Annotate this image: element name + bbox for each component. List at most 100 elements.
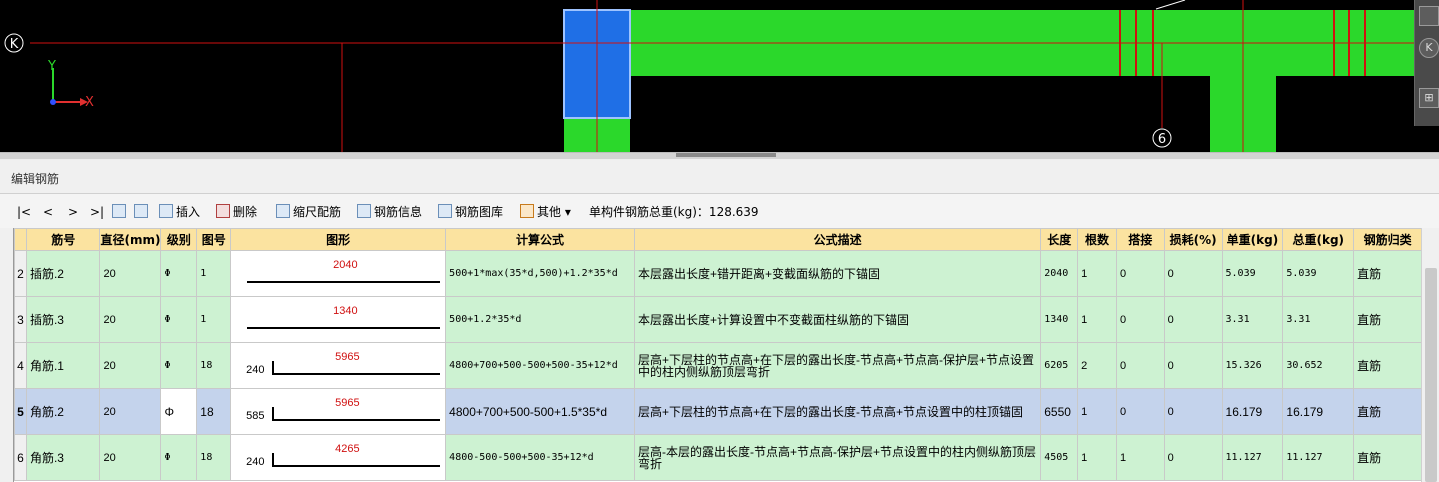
scrollbar-thumb[interactable]	[1425, 268, 1437, 482]
lap-cell[interactable]: 1	[1115, 434, 1165, 481]
table-row[interactable]: 4 角筋.1 20 Φ 18 240 5965 4800+700+500-500+500-35…	[14, 342, 1422, 389]
nav-next-button[interactable]: >	[68, 202, 78, 222]
shape-cell[interactable]: 2040	[230, 250, 447, 297]
table-row[interactable]: 6 角筋.3 20 Φ 18 240 4265 4800-500-500+500-35+12*…	[14, 434, 1422, 481]
length-cell[interactable]: 1340	[1040, 296, 1079, 343]
lap-cell[interactable]: 0	[1115, 342, 1165, 389]
formula-cell[interactable]: 500+1*max(35*d,500)+1.2*35*d	[445, 250, 635, 297]
row-number[interactable]: 4	[14, 342, 27, 389]
move-up-button[interactable]	[112, 202, 129, 222]
view-cube-icon[interactable]	[1419, 6, 1439, 26]
unit-weight-cell[interactable]: 11.127	[1221, 434, 1284, 481]
category-cell[interactable]: 直筋	[1353, 296, 1422, 343]
grade-cell[interactable]: Φ	[160, 342, 198, 389]
category-cell[interactable]: 直筋	[1353, 434, 1422, 481]
header-cell[interactable]: 根数	[1077, 228, 1117, 251]
table-row[interactable]: 3 插筋.3 20 Φ 1 1340 500+1.2*35*d 本层露出长度+计算设置中不变截…	[14, 296, 1422, 343]
length-cell[interactable]: 6550	[1040, 388, 1079, 435]
total-weight-cell[interactable]: 11.127	[1282, 434, 1355, 481]
total-weight-cell[interactable]: 3.31	[1282, 296, 1355, 343]
shape-cell[interactable]: 1340	[230, 296, 447, 343]
count-cell[interactable]: 1	[1077, 388, 1117, 435]
length-cell[interactable]: 6205	[1040, 342, 1079, 389]
diameter-cell[interactable]: 20	[99, 434, 162, 481]
table-row-selected[interactable]: 5 角筋.2 20 Φ 18 585 5965 4800+700+500-500+1.5*35…	[14, 388, 1422, 435]
row-number[interactable]: 2	[14, 250, 27, 297]
count-cell[interactable]: 1	[1077, 296, 1117, 343]
header-cell[interactable]: 长度	[1040, 228, 1079, 251]
panel-splitter[interactable]	[0, 152, 1439, 159]
unit-weight-cell[interactable]: 5.039	[1221, 250, 1284, 297]
figure-number-cell[interactable]: 1	[196, 296, 232, 343]
shape-cell[interactable]: 240 4265	[230, 434, 447, 481]
bar-name-cell[interactable]: 角筋.1	[25, 342, 101, 389]
cad-viewport[interactable]: K 6 Y X K ⊞	[0, 0, 1439, 152]
unit-weight-cell[interactable]: 16.179	[1221, 388, 1284, 435]
nav-first-button[interactable]: |<	[17, 202, 31, 222]
loss-cell[interactable]: 0	[1163, 434, 1223, 481]
loss-cell[interactable]: 0	[1163, 250, 1223, 297]
grade-cell[interactable]: Φ	[160, 250, 198, 297]
count-cell[interactable]: 1	[1077, 250, 1117, 297]
grade-cell[interactable]: Φ	[160, 296, 198, 343]
category-cell[interactable]: 直筋	[1353, 342, 1422, 389]
total-weight-cell[interactable]: 30.652	[1282, 342, 1355, 389]
other-dropdown[interactable]: 其他 ▾	[520, 202, 571, 222]
figure-number-cell[interactable]: 18	[196, 342, 232, 389]
unit-weight-cell[interactable]: 15.326	[1221, 342, 1284, 389]
formula-cell[interactable]: 4800+700+500-500+1.5*35*d	[445, 388, 635, 435]
count-cell[interactable]: 2	[1077, 342, 1117, 389]
figure-number-cell[interactable]: 1	[196, 250, 232, 297]
move-down-button[interactable]	[134, 202, 151, 222]
header-cell[interactable]: 搭接	[1115, 228, 1165, 251]
bar-name-cell[interactable]: 角筋.3	[25, 434, 101, 481]
loss-cell[interactable]: 0	[1163, 342, 1223, 389]
category-cell[interactable]: 直筋	[1353, 250, 1422, 297]
loss-cell[interactable]: 0	[1163, 388, 1223, 435]
header-cell[interactable]: 级别	[160, 228, 198, 251]
header-cell[interactable]: 公式描述	[633, 228, 1042, 251]
header-cell[interactable]: 总重(kg)	[1282, 228, 1355, 251]
diameter-cell[interactable]: 20	[99, 388, 162, 435]
rebar-info-button[interactable]: 钢筋信息	[357, 202, 422, 222]
header-cell[interactable]: 图形	[230, 228, 447, 251]
figure-number-cell[interactable]: 18	[196, 434, 232, 481]
table-row[interactable]: 2 插筋.2 20 Φ 1 2040 500+1*max(35*d,500)+1.2*35*…	[14, 250, 1422, 297]
grade-cell[interactable]: Φ	[160, 434, 198, 481]
length-cell[interactable]: 4505	[1040, 434, 1079, 481]
figure-number-cell[interactable]: 18	[196, 388, 232, 435]
header-cell[interactable]: 单重(kg)	[1221, 228, 1284, 251]
bar-name-cell[interactable]: 插筋.3	[25, 296, 101, 343]
lap-cell[interactable]: 0	[1115, 296, 1165, 343]
orbit-wheel-icon[interactable]: K	[1419, 38, 1439, 58]
lap-cell[interactable]: 0	[1115, 388, 1165, 435]
insert-button[interactable]: 插入	[159, 202, 200, 222]
rebar-library-button[interactable]: 钢筋图库	[438, 202, 503, 222]
lap-cell[interactable]: 0	[1115, 250, 1165, 297]
grid-vertical-scrollbar[interactable]	[1421, 228, 1439, 482]
formula-cell[interactable]: 4800-500-500+500-35+12*d	[445, 434, 635, 481]
header-cell[interactable]: 计算公式	[445, 228, 635, 251]
shape-cell[interactable]: 240 5965	[230, 342, 447, 389]
diameter-cell[interactable]: 20	[99, 250, 162, 297]
nav-last-button[interactable]: >|	[90, 202, 104, 222]
formula-cell[interactable]: 500+1.2*35*d	[445, 296, 635, 343]
row-number[interactable]: 6	[14, 434, 27, 481]
diameter-cell[interactable]: 20	[99, 296, 162, 343]
shape-cell[interactable]: 585 5965	[230, 388, 447, 435]
delete-button[interactable]: 删除	[216, 202, 257, 222]
grade-cell[interactable]: Φ	[160, 388, 198, 435]
unit-weight-cell[interactable]: 3.31	[1221, 296, 1284, 343]
formula-description-cell[interactable]: 层高-本层的露出长度-节点高+节点高-保护层+节点设置中的柱内侧纵筋顶层弯折	[633, 434, 1042, 481]
header-cell[interactable]: 损耗(%)	[1163, 228, 1223, 251]
scale-rebar-button[interactable]: 缩尺配筋	[276, 202, 341, 222]
loss-cell[interactable]: 0	[1163, 296, 1223, 343]
formula-description-cell[interactable]: 本层露出长度+错开距离+变截面纵筋的下锚固	[633, 250, 1042, 297]
diameter-cell[interactable]: 20	[99, 342, 162, 389]
header-cell[interactable]: 钢筋归类	[1353, 228, 1422, 251]
bar-name-cell[interactable]: 插筋.2	[25, 250, 101, 297]
row-number[interactable]: 5	[14, 388, 27, 435]
row-number[interactable]: 3	[14, 296, 27, 343]
formula-description-cell[interactable]: 本层露出长度+计算设置中不变截面柱纵筋的下锚固	[633, 296, 1042, 343]
category-cell[interactable]: 直筋	[1353, 388, 1422, 435]
